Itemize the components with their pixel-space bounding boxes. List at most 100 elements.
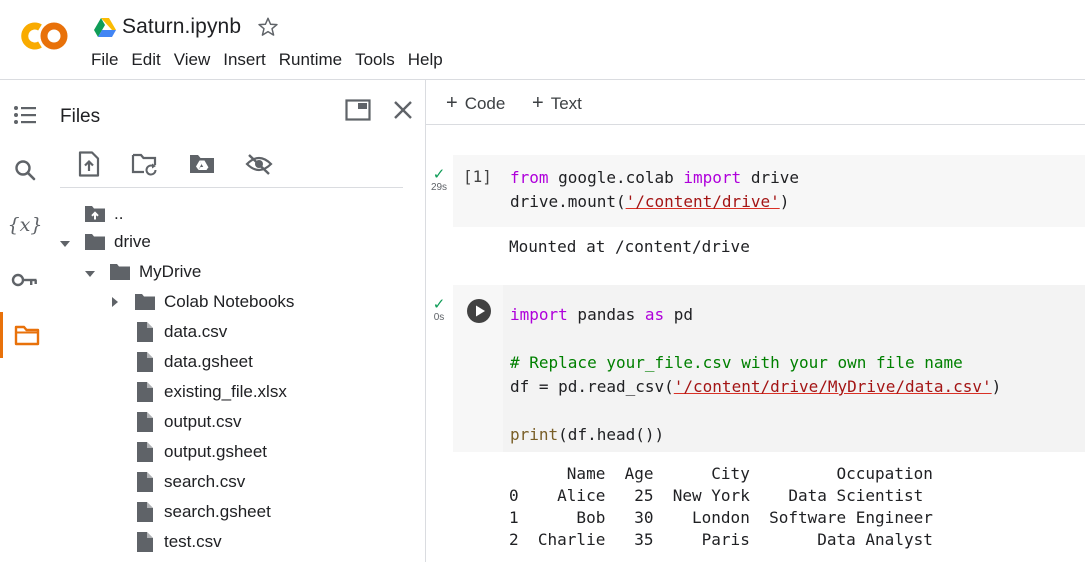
check-icon: ✓ xyxy=(432,296,446,313)
menu-edit[interactable]: Edit xyxy=(128,48,163,72)
search-button[interactable] xyxy=(0,147,50,193)
code-cell[interactable]: import pandas as pd # Replace your_file.… xyxy=(453,285,1085,452)
upload-file-button[interactable] xyxy=(72,148,106,180)
output-line: 1 Bob 30 London Software Engineer xyxy=(509,508,933,527)
tree-item-file[interactable]: search.csv xyxy=(134,468,245,496)
google-drive-icon xyxy=(94,18,116,37)
tree-item-file[interactable]: existing_file.xlsx xyxy=(134,378,287,406)
file-icon xyxy=(134,441,156,463)
menu-insert[interactable]: Insert xyxy=(220,48,269,72)
variables-button[interactable]: {x} xyxy=(0,202,50,248)
file-icon xyxy=(134,411,156,433)
cell-status: ✓ 0s xyxy=(427,296,451,324)
menu-file[interactable]: File xyxy=(88,48,121,72)
code-token: ) xyxy=(779,192,790,211)
tree-item-label: search.gsheet xyxy=(164,502,271,521)
tree-item-file[interactable]: test.csv xyxy=(134,528,222,556)
code-editor[interactable]: from google.colab import drive drive.mou… xyxy=(510,166,799,214)
code-token: '/content/drive/MyDrive/data.csv' xyxy=(673,377,992,396)
tree-item-label: data.csv xyxy=(164,322,228,341)
tree-item-drive[interactable]: drive xyxy=(84,228,151,256)
menu-bar: File Edit View Insert Runtime Tools Help xyxy=(88,48,453,72)
code-cell[interactable]: [1] from google.colab import drive drive… xyxy=(453,155,1085,227)
tree-item-file[interactable]: data.gsheet xyxy=(134,348,253,376)
exec-time: 29s xyxy=(430,182,448,193)
tree-item-file[interactable]: search.gsheet xyxy=(134,498,271,526)
menu-view[interactable]: View xyxy=(171,48,214,72)
add-code-button[interactable]: + Code xyxy=(446,92,505,115)
tree-item-label: existing_file.xlsx xyxy=(164,382,287,401)
star-icon[interactable] xyxy=(257,16,279,38)
add-code-label: Code xyxy=(464,93,506,113)
code-comment: # Replace your_file.csv with your own fi… xyxy=(510,353,963,372)
mount-drive-button[interactable] xyxy=(185,148,219,180)
code-token: as xyxy=(644,305,665,324)
caret-down-icon[interactable] xyxy=(58,237,72,251)
tree-item-mydrive[interactable]: MyDrive xyxy=(109,258,201,286)
toggle-hidden-files-button[interactable] xyxy=(242,148,276,180)
add-text-button[interactable]: + Text xyxy=(532,92,582,115)
code-token: google.colab xyxy=(548,168,684,187)
tree-item-label: MyDrive xyxy=(139,262,202,281)
cell-status: ✓ 29s xyxy=(427,167,451,194)
caret-right-icon[interactable] xyxy=(108,295,122,309)
files-panel-title: Files xyxy=(60,106,101,127)
secrets-key-icon xyxy=(11,273,37,287)
code-token: (df.head()) xyxy=(558,425,665,444)
code-token: import xyxy=(510,305,568,324)
menu-runtime[interactable]: Runtime xyxy=(276,48,345,72)
table-of-contents-button[interactable] xyxy=(0,92,50,138)
folder-icon xyxy=(109,261,131,283)
file-icon xyxy=(134,381,156,403)
dataframe-output: Name Age City Occupation 0 Alice 25 New … xyxy=(509,463,933,551)
tree-item-parent[interactable]: .. xyxy=(84,200,123,228)
secrets-button[interactable] xyxy=(0,257,50,303)
menu-tools[interactable]: Tools xyxy=(352,48,398,72)
tree-item-colab-notebooks[interactable]: Colab Notebooks xyxy=(134,288,294,316)
menu-help[interactable]: Help xyxy=(405,48,446,72)
code-token: print xyxy=(510,425,559,444)
run-cell-icon[interactable] xyxy=(466,298,492,324)
code-token: drive xyxy=(741,168,799,187)
add-text-label: Text xyxy=(550,93,582,113)
visibility-off-icon xyxy=(245,154,273,175)
tree-item-label: .. xyxy=(114,204,124,223)
refresh-button[interactable] xyxy=(128,148,162,180)
plus-icon: + xyxy=(446,92,458,114)
file-icon xyxy=(134,501,156,523)
tree-item-file[interactable]: data.csv xyxy=(134,318,227,346)
output-line: Name Age City Occupation xyxy=(509,464,933,483)
output-line: 2 Charlie 35 Paris Data Analyst xyxy=(509,530,933,549)
notebook-title[interactable]: Saturn.ipynb xyxy=(122,15,241,39)
code-token: pd xyxy=(664,305,694,324)
svg-text:{x}: {x} xyxy=(9,214,41,236)
code-editor[interactable]: import pandas as pd # Replace your_file.… xyxy=(503,285,1085,452)
caret-down-icon[interactable] xyxy=(83,267,97,281)
exec-count: [1] xyxy=(463,167,492,186)
folder-icon xyxy=(14,325,39,346)
file-icon xyxy=(134,531,156,553)
code-token: import xyxy=(683,168,742,187)
file-icon xyxy=(134,321,156,343)
upload-icon xyxy=(78,151,100,177)
tree-item-file[interactable]: output.gsheet xyxy=(134,438,267,466)
close-icon xyxy=(394,101,412,119)
colab-logo[interactable] xyxy=(18,18,72,54)
folder-up-icon xyxy=(84,203,106,225)
folder-icon xyxy=(84,231,106,253)
tree-item-file[interactable]: output.csv xyxy=(134,408,242,436)
open-in-tab-icon xyxy=(345,99,371,121)
files-button[interactable] xyxy=(0,312,50,358)
code-token: ) xyxy=(991,377,1002,396)
tree-item-label: Colab Notebooks xyxy=(164,292,295,311)
tree-item-label: output.gsheet xyxy=(164,442,268,461)
code-token: df = pd.read_csv( xyxy=(510,377,674,396)
folder-icon xyxy=(134,291,156,313)
left-rail: {x} xyxy=(0,80,50,562)
file-icon xyxy=(134,351,156,373)
title-row: Saturn.ipynb xyxy=(94,12,279,42)
close-panel-button[interactable] xyxy=(388,95,418,125)
tree-item-label: drive xyxy=(114,232,151,251)
open-in-tab-button[interactable] xyxy=(343,95,373,125)
notebook-toolbar: + Code + Text xyxy=(426,80,1085,125)
